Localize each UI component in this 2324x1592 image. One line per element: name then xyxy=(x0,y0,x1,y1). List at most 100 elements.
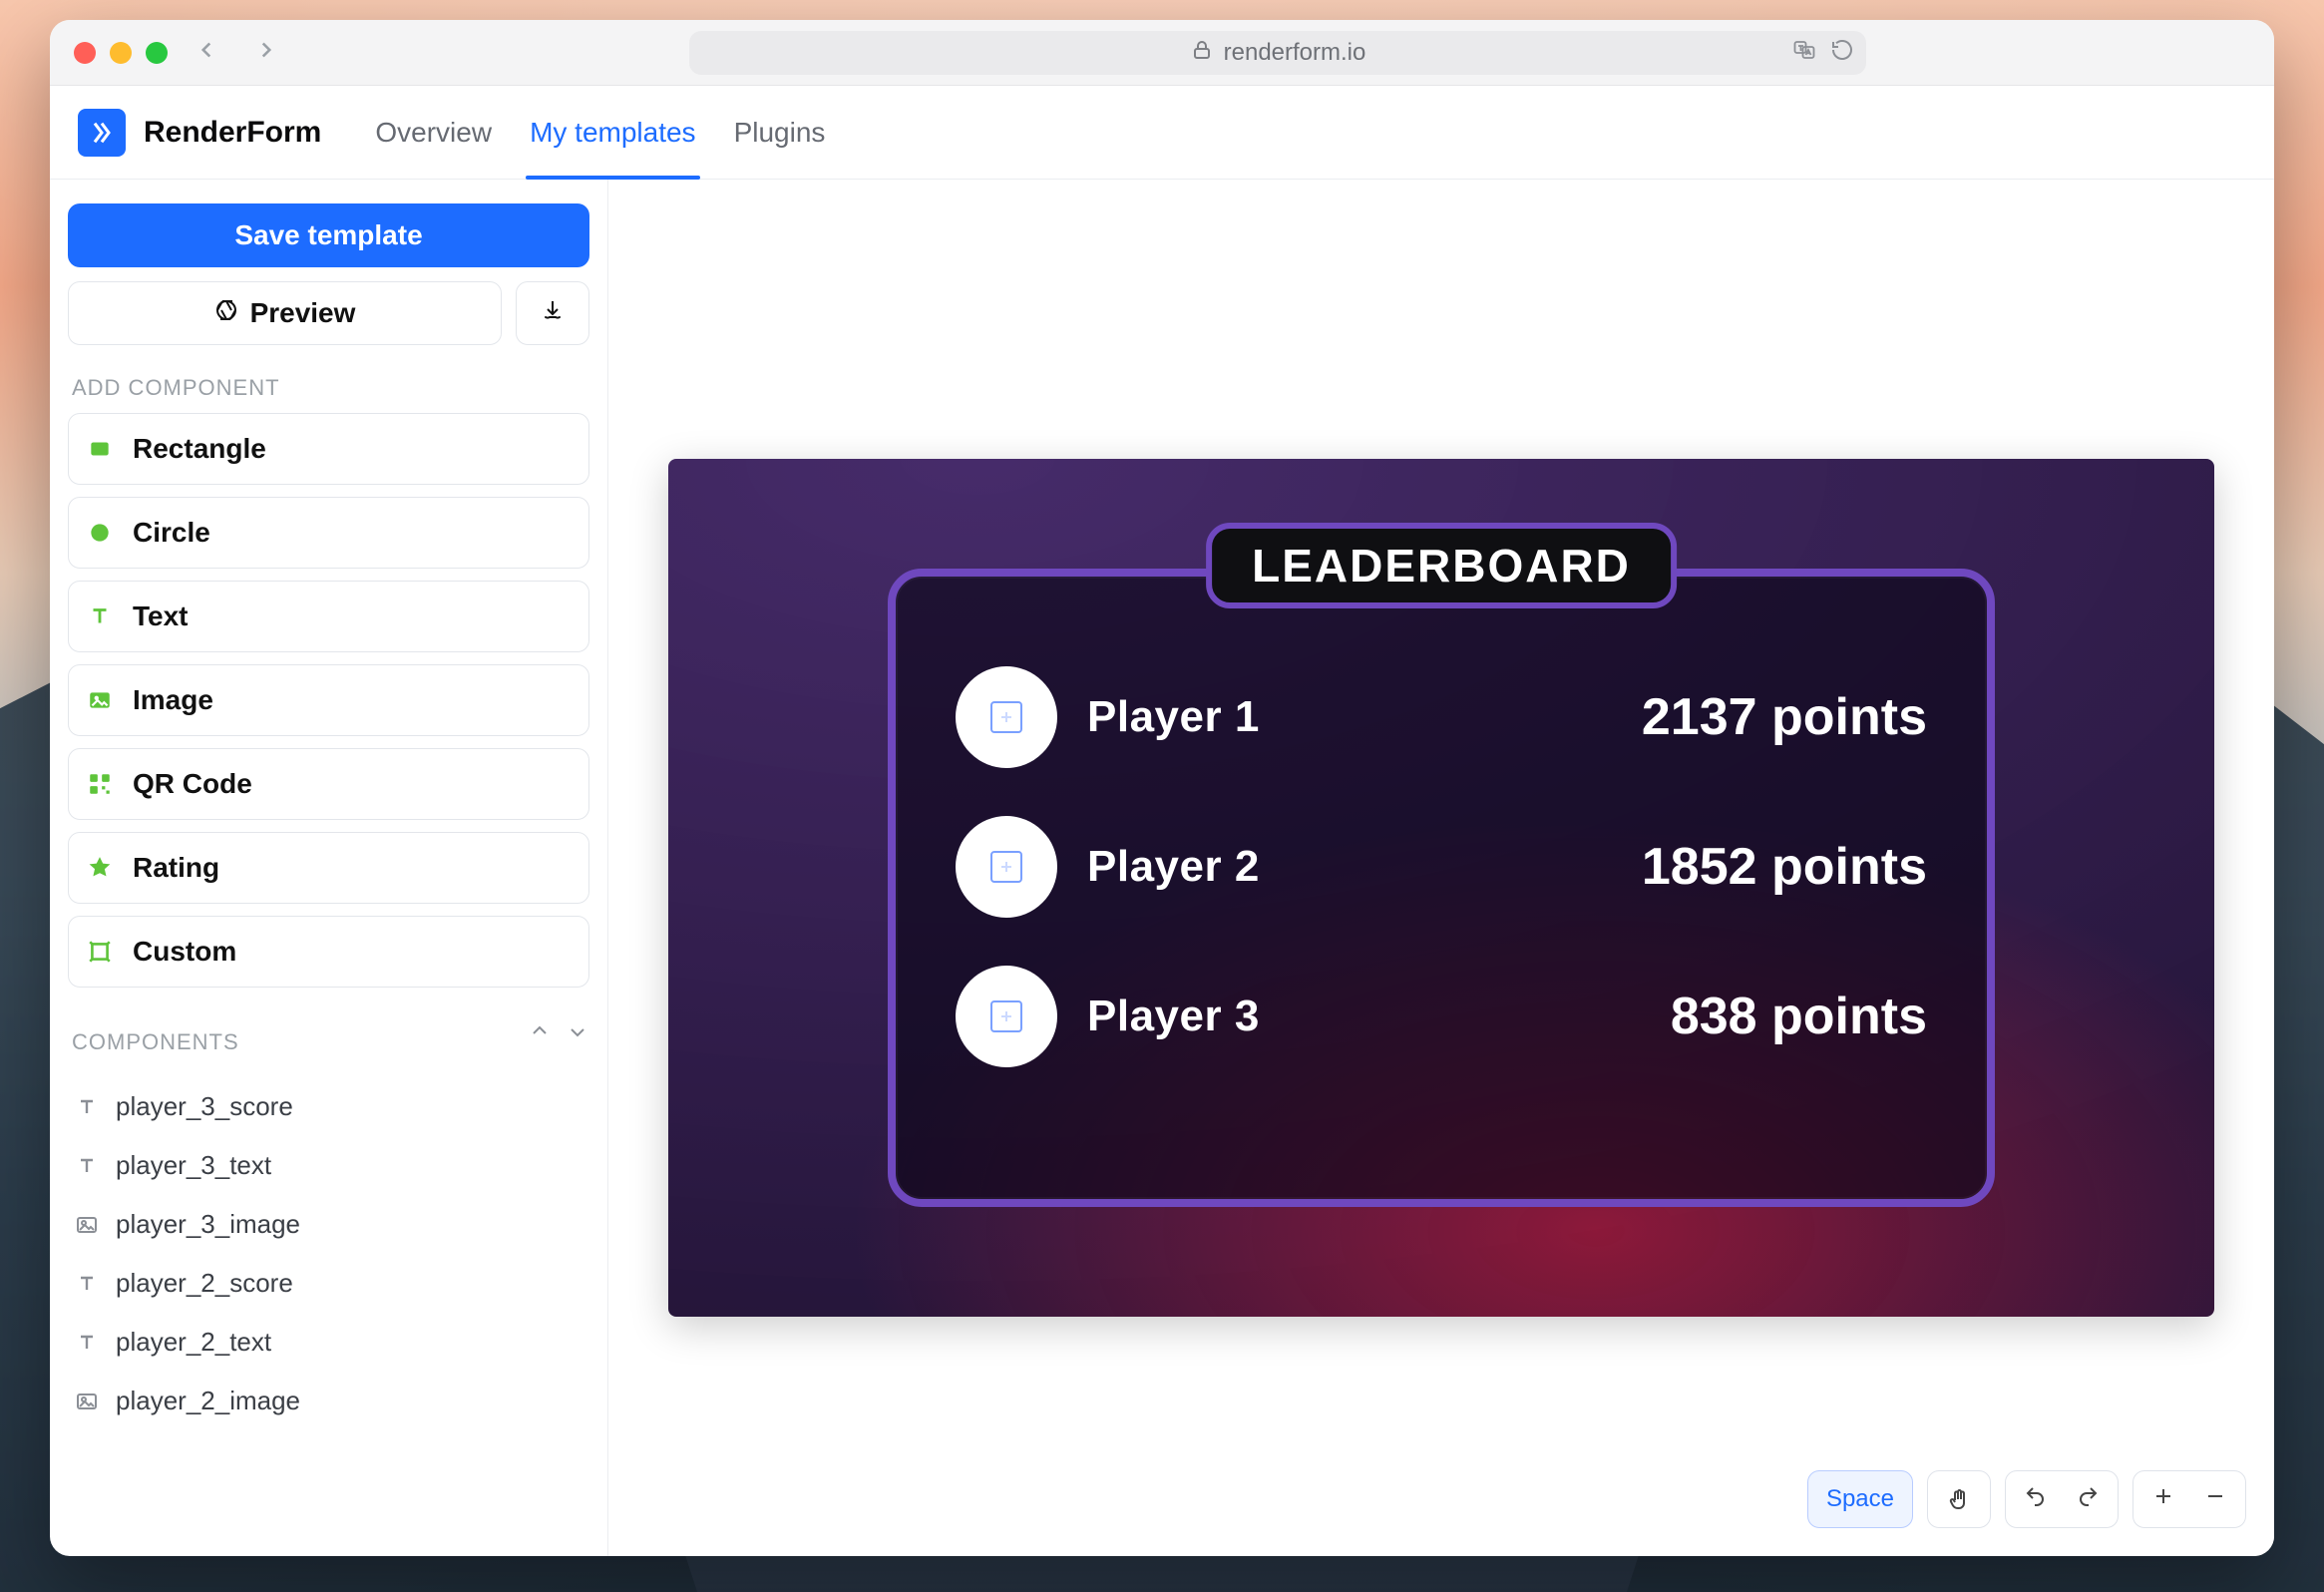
nav-back-button[interactable] xyxy=(186,31,227,74)
template-stage[interactable]: LEADERBOARD Player 1 2137 points Player … xyxy=(668,459,2214,1317)
add-rating[interactable]: Rating xyxy=(68,832,589,904)
layer-move-down-button[interactable] xyxy=(566,1019,589,1048)
add-image-label: Image xyxy=(133,684,213,716)
text-icon xyxy=(74,1271,100,1297)
zoom-group xyxy=(2132,1470,2246,1528)
nav-forward-button[interactable] xyxy=(245,31,287,74)
undo-button[interactable] xyxy=(2024,1484,2048,1515)
player-avatar-placeholder[interactable] xyxy=(956,666,1057,768)
text-icon xyxy=(74,1153,100,1179)
player-avatar-placeholder[interactable] xyxy=(956,816,1057,918)
add-component-title: ADD COMPONENT xyxy=(72,375,585,401)
add-image[interactable]: Image xyxy=(68,664,589,736)
minimize-window-button[interactable] xyxy=(110,42,132,64)
add-rectangle[interactable]: Rectangle xyxy=(68,413,589,485)
content: Save template Preview ADD COMPONENT xyxy=(50,180,2274,1556)
add-rectangle-label: Rectangle xyxy=(133,433,266,465)
leaderboard-panel: LEADERBOARD Player 1 2137 points Player … xyxy=(888,569,1995,1207)
brand-name: RenderForm xyxy=(144,116,321,150)
add-rating-label: Rating xyxy=(133,852,219,884)
leaderboard-rows: Player 1 2137 points Player 2 1852 point… xyxy=(896,577,1987,1107)
address-right-icons xyxy=(1792,38,1854,67)
image-icon xyxy=(74,1212,100,1238)
add-text[interactable]: Text xyxy=(68,581,589,652)
browser-window: renderform.io RenderForm Overview My xyxy=(50,20,2274,1556)
image-icon xyxy=(85,685,115,715)
sidebar: Save template Preview ADD COMPONENT xyxy=(50,180,608,1556)
canvas-toolbar: Space xyxy=(1807,1470,2246,1528)
layer-item[interactable]: player_2_score xyxy=(68,1254,589,1313)
layer-item[interactable]: player_3_text xyxy=(68,1136,589,1195)
close-window-button[interactable] xyxy=(74,42,96,64)
player-name: Player 1 xyxy=(1087,692,1260,742)
circle-icon xyxy=(85,518,115,548)
save-template-label: Save template xyxy=(234,219,422,251)
rating-icon xyxy=(85,853,115,883)
leaderboard-row[interactable]: Player 1 2137 points xyxy=(956,666,1927,768)
download-button[interactable] xyxy=(516,281,589,345)
layer-name: player_2_text xyxy=(116,1327,271,1358)
address-bar-wrap: renderform.io xyxy=(305,31,2250,75)
tab-my-templates[interactable]: My templates xyxy=(528,87,698,179)
layers-list: player_3_score player_3_text player_3_im… xyxy=(68,1077,589,1430)
add-circle-label: Circle xyxy=(133,517,210,549)
download-icon xyxy=(541,297,565,329)
hand-tool-button[interactable] xyxy=(1927,1470,1991,1528)
hand-icon xyxy=(1946,1486,1972,1512)
layer-move-up-button[interactable] xyxy=(528,1019,552,1048)
layer-name: player_3_score xyxy=(116,1091,293,1122)
layer-name: player_3_image xyxy=(116,1209,300,1240)
space-pan-toggle[interactable]: Space xyxy=(1807,1470,1913,1528)
add-qrcode-label: QR Code xyxy=(133,768,252,800)
address-bar[interactable]: renderform.io xyxy=(689,31,1866,75)
undo-redo-group xyxy=(2005,1470,2119,1528)
player-avatar-placeholder[interactable] xyxy=(956,966,1057,1067)
zoom-in-button[interactable] xyxy=(2151,1484,2175,1515)
layer-item[interactable]: player_2_text xyxy=(68,1313,589,1372)
preview-label: Preview xyxy=(250,297,356,329)
tab-plugins[interactable]: Plugins xyxy=(732,87,828,179)
redo-button[interactable] xyxy=(2076,1484,2100,1515)
titlebar: renderform.io xyxy=(50,20,2274,86)
rectangle-icon xyxy=(85,434,115,464)
image-icon xyxy=(74,1389,100,1414)
player-name: Player 2 xyxy=(1087,842,1260,892)
text-icon xyxy=(74,1094,100,1120)
space-label: Space xyxy=(1826,1485,1894,1513)
aperture-icon xyxy=(214,297,238,329)
maximize-window-button[interactable] xyxy=(146,42,168,64)
text-icon xyxy=(74,1330,100,1356)
custom-icon xyxy=(85,937,115,967)
add-qrcode[interactable]: QR Code xyxy=(68,748,589,820)
leaderboard-row[interactable]: Player 2 1852 points xyxy=(956,816,1927,918)
main-tabs: Overview My templates Plugins xyxy=(373,87,827,179)
layer-name: player_3_text xyxy=(116,1150,271,1181)
components-title: COMPONENTS xyxy=(72,1029,239,1055)
layer-name: player_2_image xyxy=(116,1386,300,1416)
layer-item[interactable]: player_3_image xyxy=(68,1195,589,1254)
brand: RenderForm xyxy=(78,109,321,157)
zoom-out-button[interactable] xyxy=(2203,1484,2227,1515)
lock-icon xyxy=(1190,38,1214,67)
leaderboard-title: LEADERBOARD xyxy=(1206,523,1677,608)
save-template-button[interactable]: Save template xyxy=(68,203,589,267)
add-circle[interactable]: Circle xyxy=(68,497,589,569)
layer-item[interactable]: player_2_image xyxy=(68,1372,589,1430)
translate-icon[interactable] xyxy=(1792,38,1816,67)
player-name: Player 3 xyxy=(1087,992,1260,1041)
tab-overview[interactable]: Overview xyxy=(373,87,494,179)
preview-button[interactable]: Preview xyxy=(68,281,502,345)
add-text-label: Text xyxy=(133,600,189,632)
reload-icon[interactable] xyxy=(1830,38,1854,67)
layer-name: player_2_score xyxy=(116,1268,293,1299)
add-custom-label: Custom xyxy=(133,936,236,968)
add-custom[interactable]: Custom xyxy=(68,916,589,988)
canvas[interactable]: LEADERBOARD Player 1 2137 points Player … xyxy=(608,180,2274,1556)
layer-item[interactable]: player_3_score xyxy=(68,1077,589,1136)
address-url: renderform.io xyxy=(1224,39,1366,67)
text-icon xyxy=(85,601,115,631)
traffic-lights xyxy=(74,42,168,64)
qrcode-icon xyxy=(85,769,115,799)
app-bar: RenderForm Overview My templates Plugins xyxy=(50,86,2274,180)
leaderboard-row[interactable]: Player 3 838 points xyxy=(956,966,1927,1067)
